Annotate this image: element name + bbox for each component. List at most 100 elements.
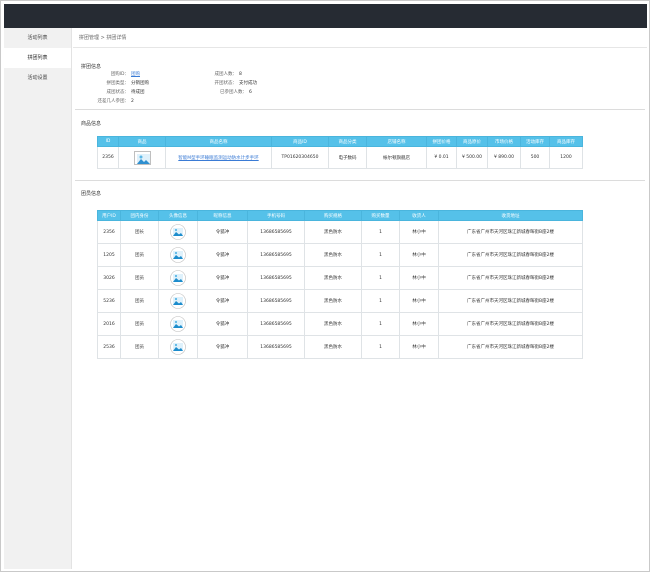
member-phone: 13686585695	[247, 335, 305, 359]
sidebar: 活动列表 拼团列表 活动设置	[4, 28, 72, 569]
user-avatar-icon[interactable]	[170, 247, 186, 263]
col-header: 商品名称	[165, 136, 272, 147]
member-row: 1205 团员 令狐冲 13686585695 黑色防水 1 林小中 广东省广州…	[97, 243, 583, 267]
col-header: 用户ID	[97, 210, 121, 221]
member-receiver: 林小中	[399, 220, 439, 244]
info-label: 团购ID：	[110, 72, 129, 77]
member-receiver: 林小中	[399, 266, 439, 290]
col-header: 商品库存	[549, 136, 583, 147]
user-avatar-icon[interactable]	[170, 339, 186, 355]
member-qty: 1	[361, 335, 400, 359]
member-phone: 13686585695	[247, 289, 305, 313]
member-nickname: 令狐冲	[197, 335, 248, 359]
member-avatar-cell	[158, 312, 198, 336]
info-label: 成团状态：	[106, 90, 130, 95]
sidebar-item-activity-settings[interactable]: 活动设置	[4, 68, 71, 88]
goods-row: 2356 智能M型手环睡眠监测运动防水计步手环 TP01620304650 电子…	[97, 146, 583, 169]
col-header: 昵称信息	[197, 210, 248, 221]
group-id-link[interactable]: 团购	[131, 72, 140, 77]
section-divider	[75, 109, 645, 110]
member-qty: 1	[361, 243, 400, 267]
col-header: 市场价格	[487, 136, 521, 147]
info-remaining-members: 还差几人参团： 2	[67, 98, 134, 104]
col-header: 团内身份	[120, 210, 159, 221]
col-header: 收货地址	[438, 210, 583, 221]
user-avatar-icon[interactable]	[170, 224, 186, 240]
member-address: 广东省广州市天河区珠江新城春晖街B座2楼	[438, 312, 583, 336]
member-address: 广东省广州市天河区珠江新城春晖街B座2楼	[438, 289, 583, 313]
member-address: 广东省广州市天河区珠江新城春晖街B座2楼	[438, 335, 583, 359]
member-row: 2016 团员 令狐冲 13686585695 黑色防水 1 林小中 广东省广州…	[97, 312, 583, 336]
member-table-header: 用户ID 团内身份 头像信息 昵称信息 手机号码 购买规格 购买数量 收货人 收…	[97, 210, 583, 221]
goods-shop: 帐尔顿旗舰店	[366, 146, 427, 169]
user-avatar-icon[interactable]	[170, 316, 186, 332]
member-rows: 2356 团长 令狐冲 13686585695 黑色防水 1 林小中 广东省广州…	[97, 220, 583, 359]
goods-name-link[interactable]: 智能M型手环睡眠监测运动防水计步手环	[178, 156, 258, 161]
goods-thumb-cell	[118, 146, 166, 169]
member-avatar-cell	[158, 243, 198, 267]
col-header: 收货人	[399, 210, 439, 221]
col-header: 头像信息	[158, 210, 198, 221]
goods-id: 2356	[97, 146, 119, 169]
breadcrumb-parent[interactable]: 拼团管理	[79, 35, 99, 41]
sidebar-item-activity-list[interactable]: 活动列表	[4, 28, 71, 48]
info-value: 支付成功	[239, 81, 257, 86]
info-group-status: 成团状态： 待成团	[81, 89, 145, 95]
member-row: 2356 团长 令狐冲 13686585695 黑色防水 1 林小中 广东省广州…	[97, 220, 583, 244]
member-role: 团员	[120, 289, 159, 313]
breadcrumb-current: 拼团详情	[106, 35, 127, 41]
col-header: 商品分类	[328, 136, 367, 147]
member-uid: 5236	[97, 289, 121, 313]
member-row: 2536 团员 令狐冲 13686585695 黑色防水 1 林小中 广东省广州…	[97, 335, 583, 359]
image-placeholder-icon[interactable]	[133, 150, 151, 165]
member-phone: 13686585695	[247, 220, 305, 244]
member-spec: 黑色防水	[304, 220, 362, 244]
member-uid: 2016	[97, 312, 121, 336]
member-qty: 1	[361, 220, 400, 244]
member-address: 广东省广州市天河区珠江新城春晖街B座2楼	[438, 243, 583, 267]
info-required-members: 成团人数： 8	[193, 71, 242, 77]
goods-info-title: 商品信息	[81, 121, 102, 127]
member-uid: 1205	[97, 243, 121, 267]
col-header: 商品	[118, 136, 166, 147]
col-header: 购买数量	[361, 210, 400, 221]
goods-name-cell: 智能M型手环睡眠监测运动防水计步手环	[165, 146, 272, 169]
member-avatar-cell	[158, 335, 198, 359]
user-avatar-icon[interactable]	[170, 293, 186, 309]
top-navigation-bar	[4, 4, 647, 28]
goods-sku: TP01620304650	[271, 146, 329, 169]
info-value: 待成团	[131, 90, 145, 95]
app-window: 活动列表 拼团列表 活动设置 拼团管理 > 拼团详情 拼团信息 团购ID： 团购 …	[0, 0, 650, 572]
breadcrumb-separator: >	[100, 35, 105, 41]
goods-original-price: ¥ 500.00	[456, 146, 488, 169]
member-nickname: 令狐冲	[197, 220, 248, 244]
col-header: 商品ID	[271, 136, 329, 147]
member-phone: 13686585695	[247, 266, 305, 290]
member-uid: 2356	[97, 220, 121, 244]
sidebar-item-group-list[interactable]: 拼团列表	[4, 48, 71, 68]
col-header: 商品原价	[456, 136, 488, 147]
member-receiver: 林小中	[399, 335, 439, 359]
member-role: 团员	[120, 243, 159, 267]
member-phone: 13686585695	[247, 243, 305, 267]
member-role: 团员	[120, 266, 159, 290]
info-value: 2	[131, 99, 134, 104]
info-label: 开团状态：	[214, 81, 238, 86]
main-content: 拼团管理 > 拼团详情 拼团信息 团购ID： 团购 拼团类型： 分销团购 成团状态：…	[73, 28, 647, 569]
info-value: 8	[239, 72, 242, 77]
section-divider	[75, 180, 645, 181]
member-avatar-cell	[158, 220, 198, 244]
member-qty: 1	[361, 312, 400, 336]
info-value: 分销团购	[131, 81, 149, 86]
col-header: 店铺名称	[366, 136, 427, 147]
member-spec: 黑色防水	[304, 312, 362, 336]
goods-group-price: ¥ 0.01	[426, 146, 457, 169]
member-address: 广东省广州市天河区珠江新城春晖街B座2楼	[438, 266, 583, 290]
member-phone: 13686585695	[247, 312, 305, 336]
member-role: 团员	[120, 312, 159, 336]
member-receiver: 林小中	[399, 243, 439, 267]
user-avatar-icon[interactable]	[170, 270, 186, 286]
member-spec: 黑色防水	[304, 289, 362, 313]
info-open-status: 开团状态： 支付成功	[193, 80, 258, 86]
goods-activity-stock: 500	[520, 146, 550, 169]
